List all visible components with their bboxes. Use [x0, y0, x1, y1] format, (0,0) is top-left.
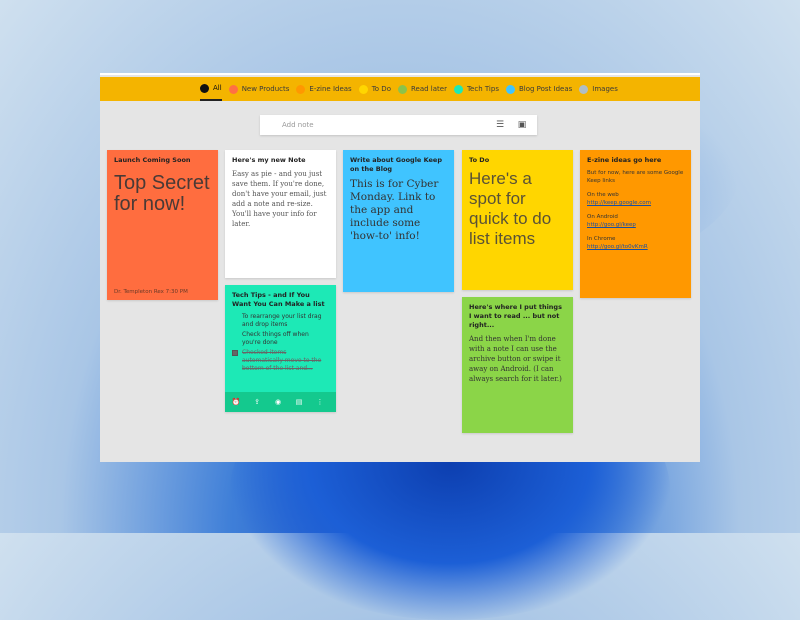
- web-link[interactable]: http://keep.google.com: [587, 199, 684, 207]
- tab-e-zine-ideas[interactable]: E-zine Ideas: [296, 77, 352, 101]
- note-title: Tech Tips - and If You Want You Can Make…: [232, 291, 325, 308]
- checklist-text: To rearrange your list drag and drop ite…: [242, 313, 322, 328]
- label-tab-bar: All New Products E-zine Ideas To Do Read lat…: [100, 77, 700, 101]
- tab-images[interactable]: Images: [579, 77, 618, 101]
- tab-label: Blog Post Ideas: [518, 85, 573, 93]
- tab-label: To Do: [371, 85, 391, 93]
- checklist-text: Checked items automatically move to the …: [242, 349, 322, 372]
- tab-to-do[interactable]: To Do: [358, 77, 391, 101]
- label-color-dot: [579, 84, 589, 94]
- label-color-dot: [200, 83, 209, 93]
- note-title: Write about Google Keep on the Blog: [350, 156, 442, 173]
- note-launch[interactable]: Launch Coming Soon Top Secret for now! D…: [107, 150, 218, 300]
- note-body: Here's a spot for quick to do list items: [469, 169, 552, 248]
- label-color-dot: [505, 84, 515, 94]
- share-icon[interactable]: ⇪: [252, 398, 262, 406]
- note-tech-tips[interactable]: Tech Tips - and If You Want You Can Make…: [225, 285, 336, 412]
- tab-label: Read later: [410, 85, 447, 93]
- note-new[interactable]: Here's my new Note Easy as pie - and you…: [225, 150, 336, 278]
- label-color-dot: [296, 84, 306, 94]
- image-icon[interactable]: ▣: [517, 120, 527, 130]
- note-body: Easy as pie - and you just save them. If…: [232, 170, 327, 228]
- palette-icon[interactable]: ◉: [273, 398, 283, 406]
- tab-blog-post-ideas[interactable]: Blog Post Ideas: [505, 77, 573, 101]
- tab-label: Tech Tips: [466, 85, 499, 93]
- add-note-input[interactable]: [282, 121, 482, 129]
- note-ezine[interactable]: E-zine ideas go here But for now, here a…: [580, 150, 691, 298]
- archive-icon[interactable]: ▤: [294, 398, 304, 406]
- android-label: On Android: [587, 214, 618, 220]
- list-icon[interactable]: ☰: [495, 120, 505, 130]
- more-icon[interactable]: ⋮: [315, 398, 325, 406]
- tab-all[interactable]: All: [200, 77, 222, 101]
- note-footer: Dr. Templeton Rex 7:30 PM: [114, 289, 188, 295]
- note-body: Top Secret for now!: [114, 172, 210, 215]
- tab-label: New Products: [241, 85, 290, 93]
- note-blog[interactable]: Write about Google Keep on the Blog This…: [343, 150, 454, 292]
- label-color-dot: [453, 84, 463, 94]
- note-title: Launch Coming Soon: [114, 156, 191, 164]
- note-title: Here's my new Note: [232, 156, 306, 164]
- web-label: On the web: [587, 192, 619, 198]
- note-todo[interactable]: To Do Here's a spot for quick to do list…: [462, 150, 573, 290]
- checklist-item[interactable]: Check things off when you're done: [232, 331, 329, 347]
- keep-app-window: All New Products E-zine Ideas To Do Read lat…: [100, 73, 700, 462]
- note-read-later[interactable]: Here's where I put things I want to read…: [462, 297, 573, 433]
- note-body: This is for Cyber Monday. Link to the ap…: [350, 178, 439, 242]
- tab-label: All: [213, 84, 222, 92]
- checklist-item[interactable]: Checked items automatically move to the …: [232, 349, 329, 373]
- checklist-text: Check things off when you're done: [242, 331, 309, 346]
- note-toolbar: ⏰ ⇪ ◉ ▤ ⋮: [225, 392, 336, 412]
- chrome-label: In Chrome: [587, 236, 616, 242]
- note-body: And then when I'm done with a note I can…: [469, 335, 562, 383]
- label-color-dot: [228, 84, 238, 94]
- tab-label: E-zine Ideas: [309, 85, 352, 93]
- tab-tech-tips[interactable]: Tech Tips: [453, 77, 499, 101]
- tab-read-later[interactable]: Read later: [397, 77, 447, 101]
- android-link[interactable]: http://goo.gl/keep: [587, 221, 684, 229]
- note-title: Here's where I put things I want to read…: [469, 303, 562, 329]
- label-color-dot: [358, 84, 368, 94]
- tab-label: Images: [592, 85, 618, 93]
- note-title: To Do: [469, 156, 490, 164]
- tab-new-products[interactable]: New Products: [228, 77, 290, 101]
- checkbox[interactable]: [232, 350, 238, 356]
- note-title: E-zine ideas go here: [587, 156, 662, 164]
- add-note-bar[interactable]: ☰ ▣: [260, 115, 537, 135]
- note-intro: But for now, here are some Google Keep l…: [587, 170, 684, 184]
- reminder-icon[interactable]: ⏰: [231, 398, 241, 406]
- checklist-item[interactable]: To rearrange your list drag and drop ite…: [232, 313, 329, 329]
- label-color-dot: [397, 84, 407, 94]
- chrome-link[interactable]: http://goo.gl/to0vKmR: [587, 243, 684, 251]
